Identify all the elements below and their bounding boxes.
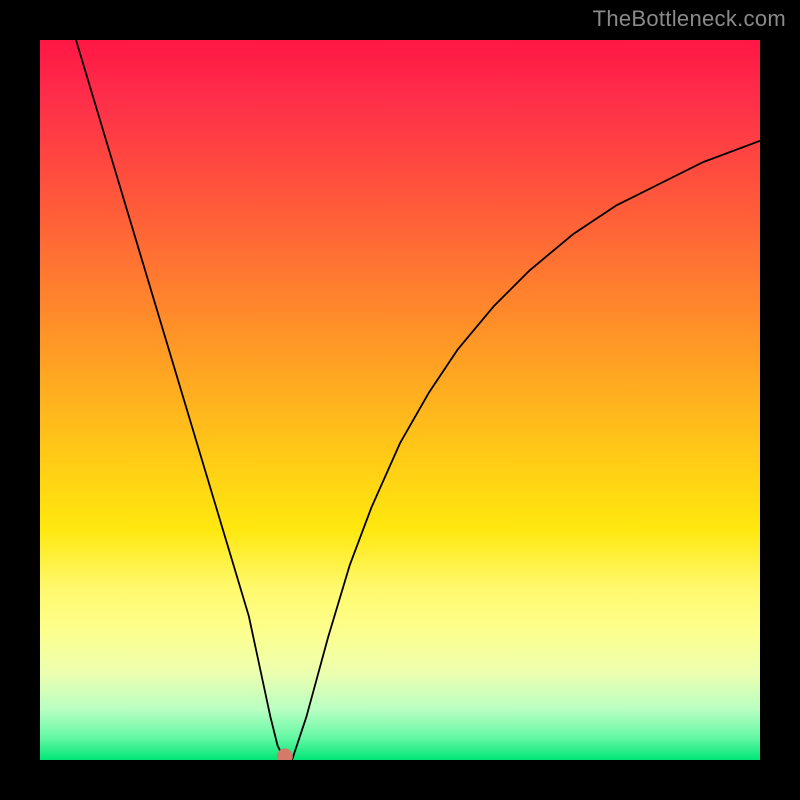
- plot-area: [40, 40, 760, 760]
- watermark-label: TheBottleneck.com: [593, 6, 786, 32]
- bottleneck-curve: [76, 40, 760, 760]
- curve-layer: [40, 40, 760, 760]
- chart-frame: TheBottleneck.com: [0, 0, 800, 800]
